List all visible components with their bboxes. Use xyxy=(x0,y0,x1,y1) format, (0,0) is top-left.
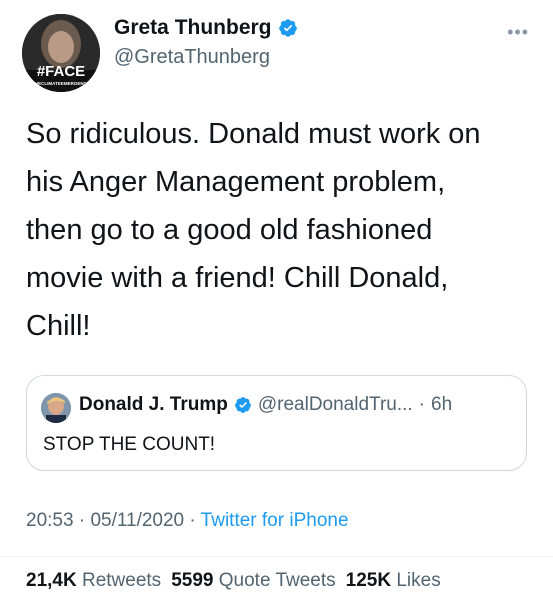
more-horizontal-icon[interactable]: ••• xyxy=(507,22,529,43)
quoted-tweet-card[interactable]: Donald J. Trump @realDonaldTru... · 6h S… xyxy=(26,375,527,471)
tweet-time[interactable]: 20:53 xyxy=(26,510,74,531)
likes-count: 125K xyxy=(345,570,392,591)
tweet-meta: 20:53 · 05/11/2020 · Twitter for iPhone xyxy=(26,510,349,532)
likes-label: Likes xyxy=(396,570,441,591)
quoted-separator: · xyxy=(418,394,425,415)
verified-badge-icon xyxy=(234,396,252,414)
quote-tweets-label: Quote Tweets xyxy=(218,570,336,591)
author-handle[interactable]: @GretaThunberg xyxy=(114,46,270,69)
tweet-source-link[interactable]: Twitter for iPhone xyxy=(201,510,349,531)
quote-tweets-stat[interactable]: 5599 Quote Tweets xyxy=(171,570,335,591)
quoted-tweet-text: STOP THE COUNT! xyxy=(43,434,216,455)
author-display-name[interactable]: Greta Thunberg xyxy=(114,16,272,40)
meta-separator: · xyxy=(78,510,86,531)
tweet-stats: 21,4K Retweets 5599 Quote Tweets 125K Like… xyxy=(26,570,441,592)
tweet-date[interactable]: 05/11/2020 xyxy=(90,510,184,531)
likes-stat[interactable]: 125K Likes xyxy=(346,570,441,591)
quoted-handle: @realDonaldTru... xyxy=(257,394,413,415)
quoted-time: 6h xyxy=(431,394,453,415)
quoted-tweet-header: Donald J. Trump @realDonaldTru... · 6h xyxy=(79,394,452,416)
author-name-row: Greta Thunberg xyxy=(114,16,298,40)
avatar-image: #FACE THECLIMATEEMERGENCY xyxy=(22,14,100,92)
retweets-count: 21,4K xyxy=(26,570,77,591)
quote-tweets-count: 5599 xyxy=(171,570,214,591)
divider xyxy=(0,556,553,557)
tweet-text: So ridiculous. Donald must work on his A… xyxy=(26,118,481,342)
avatar-subtext: THECLIMATEEMERGENCY xyxy=(32,81,90,86)
retweets-label: Retweets xyxy=(81,570,162,591)
retweets-stat[interactable]: 21,4K Retweets xyxy=(26,570,161,591)
quoted-author-avatar xyxy=(41,393,71,423)
quoted-display-name: Donald J. Trump xyxy=(79,394,228,415)
meta-separator: · xyxy=(189,510,196,531)
avatar-badge-text: #FACE xyxy=(37,63,85,80)
author-avatar[interactable]: #FACE THECLIMATEEMERGENCY xyxy=(22,14,100,92)
verified-badge-icon xyxy=(278,18,298,38)
